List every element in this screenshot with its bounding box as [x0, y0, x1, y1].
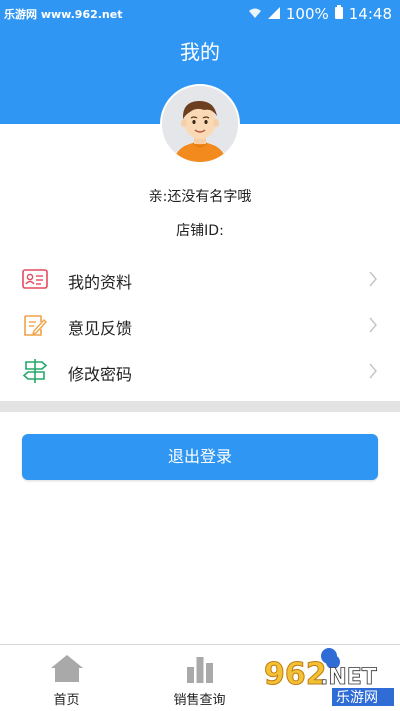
nav-item-sales-query[interactable]: 销售查询	[133, 645, 266, 711]
status-bar: 乐游网 www.962.net 100% 14:48	[0, 0, 400, 28]
avatar-illustration	[162, 86, 238, 162]
menu-item-label: 修改密码	[68, 365, 133, 384]
avatar[interactable]	[160, 84, 240, 164]
logo-text-962: 962	[264, 657, 327, 692]
nav-label: 首页	[53, 693, 80, 708]
watermark-text: 乐游网 www.962.net	[4, 8, 123, 21]
battery-icon	[334, 5, 343, 23]
chevron-right-icon	[368, 270, 378, 288]
nickname: 亲:还没有名字哦	[148, 189, 252, 205]
page-title: 我的	[180, 40, 220, 64]
nav-item-home[interactable]: 首页	[0, 645, 133, 711]
clock: 14:48	[348, 5, 392, 23]
section-divider	[0, 401, 400, 412]
home-icon	[49, 653, 85, 683]
menu-item-feedback[interactable]: 意见反馈	[0, 302, 400, 348]
profile-card-icon	[22, 266, 48, 292]
logo-text-net: .NET	[320, 665, 377, 690]
feedback-note-icon	[22, 312, 48, 338]
menu-item-label: 意见反馈	[68, 319, 133, 338]
profile-menu: 我的资料 意见反馈 修改密码	[0, 256, 400, 394]
chevron-right-icon	[368, 316, 378, 334]
shop-id: 店铺ID:	[176, 223, 224, 239]
wifi-icon	[248, 5, 262, 23]
menu-item-my-profile[interactable]: 我的资料	[0, 256, 400, 302]
battery-percent: 100%	[285, 5, 329, 23]
menu-item-change-password[interactable]: 修改密码	[0, 348, 400, 394]
bar-chart-icon	[182, 653, 218, 683]
chevron-right-icon	[368, 362, 378, 380]
nav-label: 销售查询	[173, 693, 226, 708]
status-indicators: 100% 14:48	[248, 5, 392, 23]
logout-button[interactable]: 退出登录	[22, 434, 378, 480]
menu-item-label: 我的资料	[68, 273, 133, 292]
signal-icon	[267, 5, 280, 23]
brand-watermark-logo: 962 .NET 乐游网	[258, 646, 400, 711]
logo-text-cn: 乐游网	[336, 690, 378, 706]
signpost-icon	[22, 358, 48, 384]
